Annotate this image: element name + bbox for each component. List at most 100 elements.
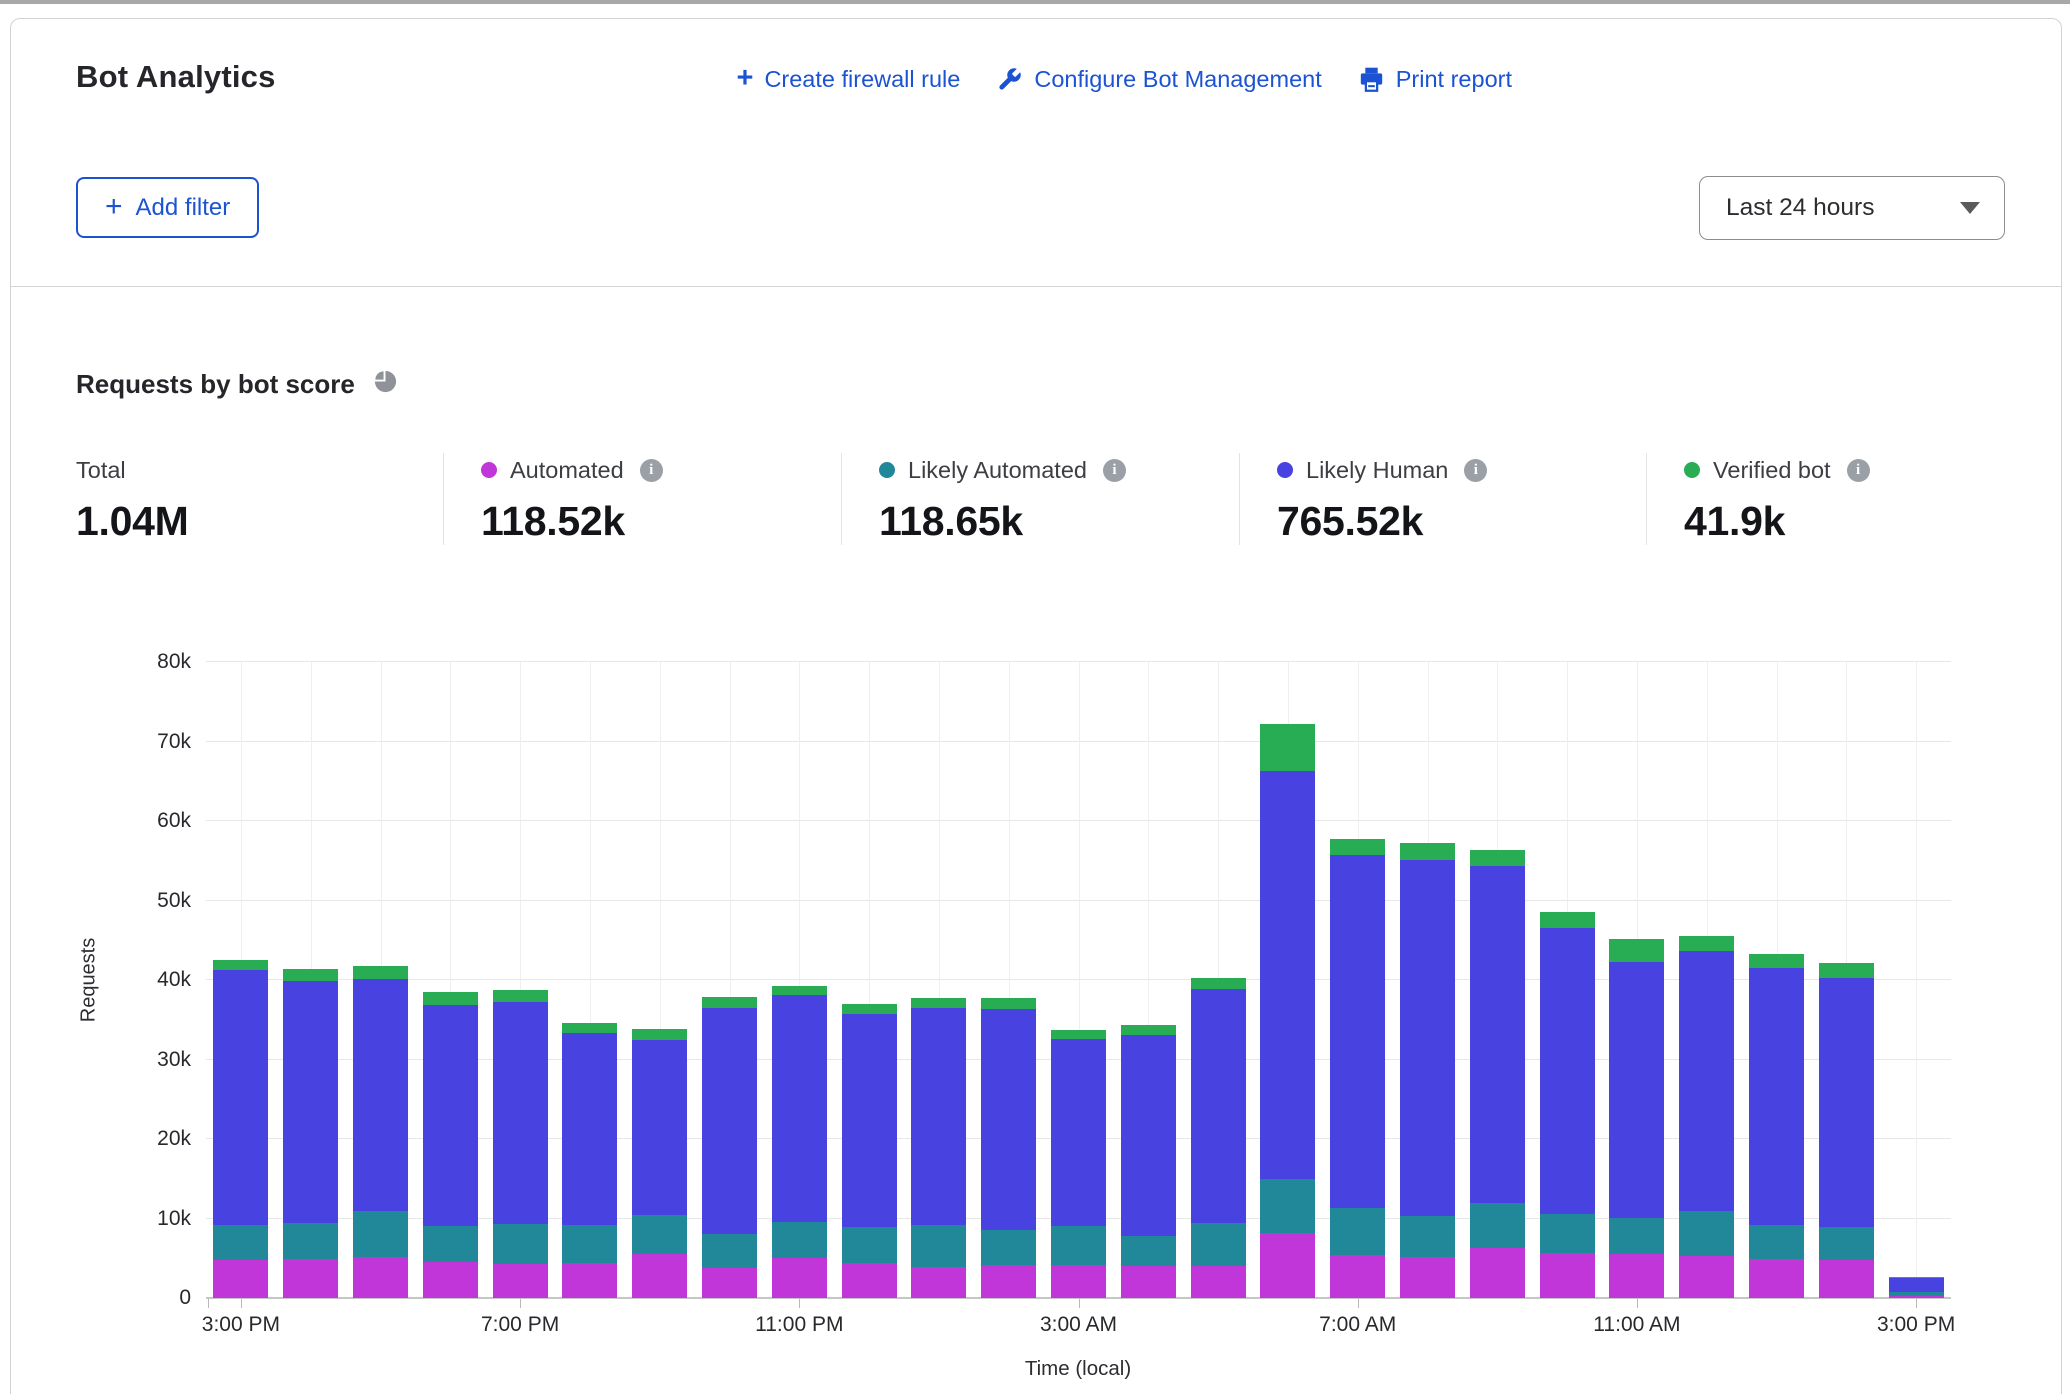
stacked-bar-1:00 PM[interactable] (1749, 954, 1804, 1298)
stat-likely-human: Likely Human i 765.52k (1239, 453, 1646, 545)
bar-segment-likely-automated (842, 1227, 897, 1263)
bar-segment-likely-human (1121, 1035, 1176, 1236)
stacked-bar-4:00 AM[interactable] (1121, 1025, 1176, 1298)
bar-segment-likely-automated (562, 1225, 617, 1263)
create-firewall-rule-link[interactable]: + Create firewall rule (737, 65, 961, 94)
bar-segment-verified-bot (1400, 843, 1455, 860)
configure-bot-management-label: Configure Bot Management (1034, 66, 1321, 93)
stat-likely-automated: Likely Automated i 118.65k (841, 453, 1239, 545)
stacked-bar-8:00 PM[interactable] (562, 1023, 617, 1298)
stat-likely-automated-label: Likely Automated (908, 457, 1087, 484)
bar-slot (1253, 662, 1323, 1298)
stacked-bar-6:00 PM[interactable] (423, 992, 478, 1298)
section-title-row: Requests by bot score (76, 368, 399, 400)
x-tick-label: 7:00 PM (481, 1313, 559, 1337)
bar-segment-verified-bot (1121, 1025, 1176, 1035)
add-filter-button[interactable]: + Add filter (76, 177, 259, 238)
stacked-bar-7:00 PM[interactable] (493, 990, 548, 1298)
bot-analytics-page: Bot Analytics + Create firewall rule Con… (0, 0, 2070, 1394)
info-icon[interactable]: i (640, 459, 663, 482)
stacked-bar-3:00 AM[interactable] (1051, 1030, 1106, 1298)
y-tick-label: 70k (157, 730, 191, 754)
bar-segment-likely-human (772, 995, 827, 1222)
stacked-bar-12:00 PM[interactable] (1679, 936, 1734, 1298)
bar-segment-automated (283, 1259, 338, 1298)
stat-automated: Automated i 118.52k (443, 453, 841, 545)
stacked-bar-6:00 AM[interactable] (1260, 724, 1315, 1298)
bar-segment-likely-human (1330, 855, 1385, 1208)
y-tick-label: 30k (157, 1048, 191, 1072)
bar-segment-automated (1609, 1254, 1664, 1298)
bar-slot (625, 662, 695, 1298)
wrench-icon (996, 66, 1023, 93)
stacked-bar-9:00 PM[interactable] (632, 1029, 687, 1298)
time-range-select[interactable]: Last 24 hours (1699, 176, 2005, 240)
stacked-bar-11:00 AM[interactable] (1609, 939, 1664, 1298)
stat-automated-label: Automated (510, 457, 624, 484)
stacked-bar-2:00 PM[interactable] (1819, 963, 1874, 1298)
bar-segment-verified-bot (1051, 1030, 1106, 1039)
bar-segment-verified-bot (1609, 939, 1664, 962)
stacked-bar-5:00 PM[interactable] (353, 966, 408, 1298)
stat-likely-human-label: Likely Human (1306, 457, 1448, 484)
bar-segment-likely-automated (213, 1225, 268, 1260)
stacked-bar-4:00 PM[interactable] (283, 969, 338, 1298)
bar-segment-verified-bot (1191, 978, 1246, 989)
y-tick-label: 50k (157, 889, 191, 913)
x-tick-label: 7:00 AM (1319, 1313, 1396, 1337)
bar-segment-automated (1749, 1259, 1804, 1298)
bar-segment-likely-automated (1609, 1218, 1664, 1255)
stacked-bar-5:00 AM[interactable] (1191, 978, 1246, 1298)
bar-segment-likely-human (562, 1033, 617, 1225)
print-report-link[interactable]: Print report (1358, 66, 1512, 93)
bar-slot (346, 662, 416, 1298)
bot-analytics-card: Bot Analytics + Create firewall rule Con… (10, 18, 2062, 1394)
bar-segment-likely-automated (353, 1211, 408, 1257)
bar-segment-likely-human (213, 970, 268, 1225)
likely-automated-legend-dot (879, 462, 895, 478)
bar-segment-likely-human (632, 1040, 687, 1215)
bar-segment-automated (911, 1267, 966, 1298)
bar-segment-verified-bot (772, 986, 827, 995)
stacked-bar-12:00 AM[interactable] (842, 1004, 897, 1298)
bar-segment-likely-automated (981, 1230, 1036, 1265)
stacked-bar-9:00 AM[interactable] (1470, 850, 1525, 1298)
stat-likely-human-value: 765.52k (1277, 498, 1646, 545)
stacked-bar-10:00 PM[interactable] (702, 997, 757, 1298)
stacked-bar-3:00 PM[interactable] (1889, 1277, 1944, 1298)
bar-segment-automated (1191, 1266, 1246, 1298)
bar-segment-automated (1260, 1233, 1315, 1298)
stacked-bar-2:00 AM[interactable] (981, 998, 1036, 1298)
chevron-down-icon (1960, 202, 1980, 214)
bar-segment-automated (493, 1264, 548, 1298)
stacked-bar-8:00 AM[interactable] (1400, 843, 1455, 1298)
y-tick-label: 40k (157, 968, 191, 992)
stacked-bar-10:00 AM[interactable] (1540, 912, 1595, 1298)
x-tick-label: 11:00 AM (1593, 1313, 1680, 1337)
bar-segment-likely-automated (1540, 1214, 1595, 1253)
bar-segment-verified-bot (1749, 954, 1804, 968)
stat-total-label: Total (76, 457, 126, 484)
printer-icon (1358, 66, 1385, 93)
bar-slot (1811, 662, 1881, 1298)
info-icon[interactable]: i (1847, 459, 1870, 482)
bar-segment-likely-human (1679, 951, 1734, 1211)
bar-segment-verified-bot (353, 966, 408, 980)
bar-segment-likely-automated (1400, 1216, 1455, 1257)
info-icon[interactable]: i (1464, 459, 1487, 482)
bar-slot (1672, 662, 1742, 1298)
configure-bot-management-link[interactable]: Configure Bot Management (996, 66, 1321, 93)
x-tick (520, 1299, 521, 1308)
bar-segment-automated (1889, 1296, 1944, 1298)
stacked-bar-3:00 PM[interactable] (213, 960, 268, 1298)
info-icon[interactable]: i (1103, 459, 1126, 482)
bar-segment-automated (1121, 1266, 1176, 1298)
stacked-bar-1:00 AM[interactable] (911, 998, 966, 1298)
bar-segment-automated (1470, 1248, 1525, 1298)
bar-segment-likely-human (283, 981, 338, 1223)
stacked-bar-7:00 AM[interactable] (1330, 839, 1385, 1298)
stat-total-value: 1.04M (76, 498, 443, 545)
time-range-value: Last 24 hours (1726, 194, 1874, 222)
bar-segment-likely-human (1540, 928, 1595, 1214)
stacked-bar-11:00 PM[interactable] (772, 986, 827, 1298)
